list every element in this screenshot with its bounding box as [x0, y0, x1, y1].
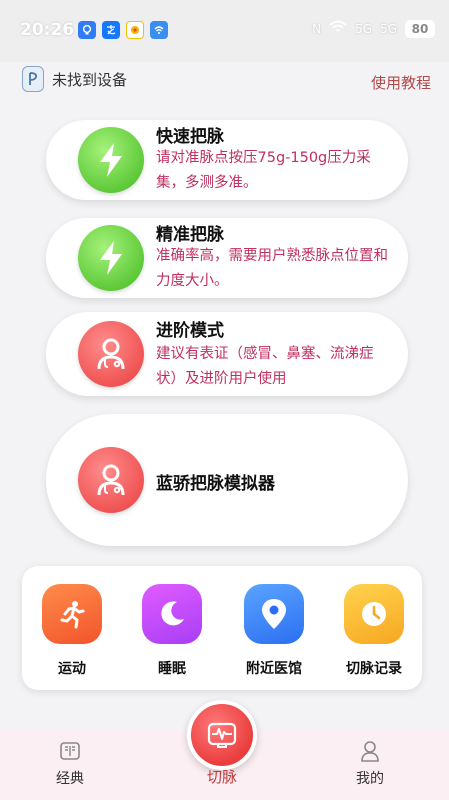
quick-action-label: 附近医馆 [246, 661, 302, 677]
nav-label: 经典 [56, 771, 84, 787]
card-description: 请对准脉点按压75g-150g压力采集，多测多准。 [156, 150, 371, 191]
quick-action-exercise[interactable]: 运动 [32, 584, 112, 678]
nav-label: 我的 [356, 771, 384, 787]
location-pin-icon [244, 584, 304, 644]
nav-item-classics[interactable]: 经典 [30, 740, 110, 788]
nav-label-pulse[interactable]: 切脉 [187, 766, 257, 787]
quick-pulse-card[interactable]: 快速把脉 请对准脉点按压75g-150g压力采集，多测多准。 [46, 120, 408, 200]
signal-icon-1: 5G [355, 22, 373, 36]
device-status[interactable]: 未找到设备 [22, 66, 127, 92]
quick-action-pulse-records[interactable]: 切脉记录 [334, 584, 414, 678]
signal-icon-2: 5G [380, 22, 397, 36]
lightning-icon [78, 127, 144, 193]
card-description: 建议有表证（感冒、鼻塞、流涕症状）及进阶用户使用 [156, 346, 374, 387]
precise-pulse-card[interactable]: 精准把脉 准确率高，需要用户熟悉脉点位置和力度大小。 [46, 218, 408, 298]
wifi-app-icon [150, 21, 168, 39]
wifi-icon [329, 20, 347, 38]
tutorial-link[interactable]: 使用教程 [371, 72, 431, 93]
device-icon [22, 66, 44, 92]
doctor-icon [78, 321, 144, 387]
quick-actions-panel: 运动 睡眠 附近医馆 切脉记录 [22, 566, 422, 690]
quick-action-label: 运动 [58, 661, 86, 677]
moon-icon [142, 584, 202, 644]
status-time: 20:26 [20, 20, 75, 40]
system-status-icons: N 5G 5G 80 [312, 20, 435, 38]
book-icon [30, 740, 110, 762]
pulse-simulator-card[interactable]: 蓝骄把脉模拟器 [46, 414, 408, 546]
card-title: 蓝骄把脉模拟器 [156, 474, 275, 494]
bulb-app-icon [78, 21, 96, 39]
doctor-icon [78, 447, 144, 513]
alipay-icon [102, 21, 120, 39]
quick-action-nearby-clinic[interactable]: 附近医馆 [234, 584, 314, 678]
nav-item-mine[interactable]: 我的 [330, 740, 410, 788]
battery-icon: 80 [405, 20, 435, 38]
food-app-icon [126, 21, 144, 39]
quick-action-label: 切脉记录 [346, 661, 402, 677]
device-status-label: 未找到设备 [52, 70, 128, 89]
card-title: 快速把脉 [156, 127, 224, 147]
quick-action-sleep[interactable]: 睡眠 [132, 584, 212, 678]
running-icon [42, 584, 102, 644]
clock-icon [344, 584, 404, 644]
person-icon [330, 740, 410, 762]
notification-icons [78, 21, 168, 39]
lightning-icon [78, 225, 144, 291]
advanced-mode-card[interactable]: 进阶模式 建议有表证（感冒、鼻塞、流涕症状）及进阶用户使用 [46, 312, 408, 396]
status-bar: 20:26 N 5G 5G 80 [0, 0, 449, 62]
nfc-icon: N [312, 22, 322, 36]
card-description: 准确率高，需要用户熟悉脉点位置和力度大小。 [156, 248, 388, 289]
card-title: 精准把脉 [156, 225, 224, 245]
heart-pulse-icon [207, 722, 237, 748]
quick-action-label: 睡眠 [158, 661, 186, 677]
card-title: 进阶模式 [156, 321, 224, 341]
pulse-center-button[interactable] [187, 700, 257, 770]
